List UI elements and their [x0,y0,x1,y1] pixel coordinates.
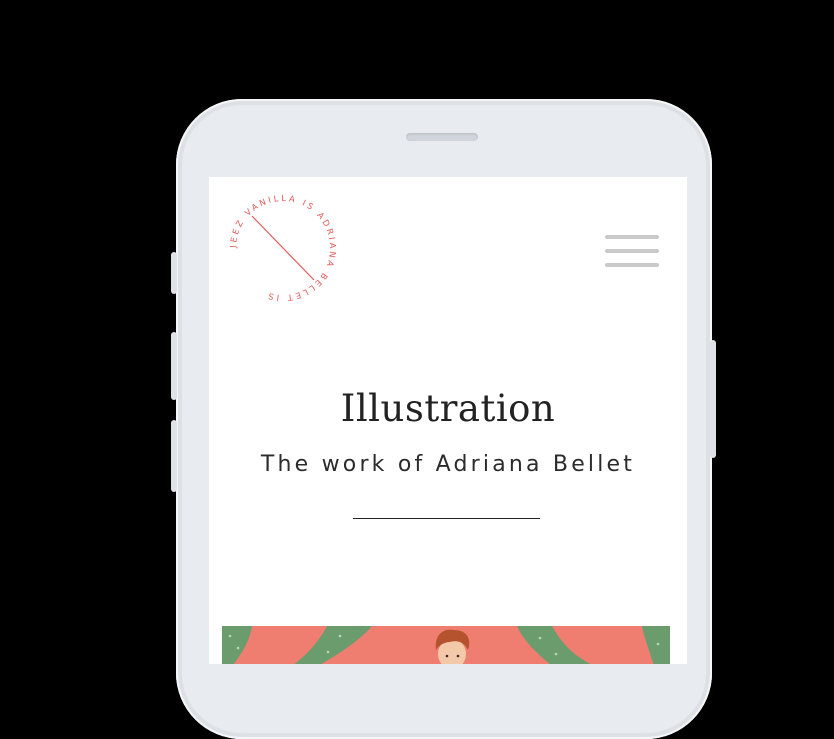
menu-bar [605,249,659,253]
illustration-artwork [222,626,670,664]
illustration-image[interactable] [222,626,670,664]
site-logo[interactable]: JEEZ VANILLA IS ADRIANA BELLET IS [223,188,343,308]
phone-side-button-power [710,340,716,458]
phone-side-button-mute [171,252,177,294]
page-subtitle: The work of Adriana Bellet [260,452,636,477]
phone-side-button-volume-down [171,420,177,492]
menu-bar [605,235,659,239]
menu-bar [605,263,659,267]
phone-speaker [406,133,478,141]
title-divider [353,518,540,519]
phone-screen: JEEZ VANILLA IS ADRIANA BELLET IS Illust… [209,177,687,664]
phone-side-button-volume-up [171,332,177,400]
page-title: Illustration [340,387,556,430]
hamburger-menu-icon[interactable] [605,235,659,271]
logo-seal-icon: JEEZ VANILLA IS ADRIANA BELLET IS [228,193,336,303]
